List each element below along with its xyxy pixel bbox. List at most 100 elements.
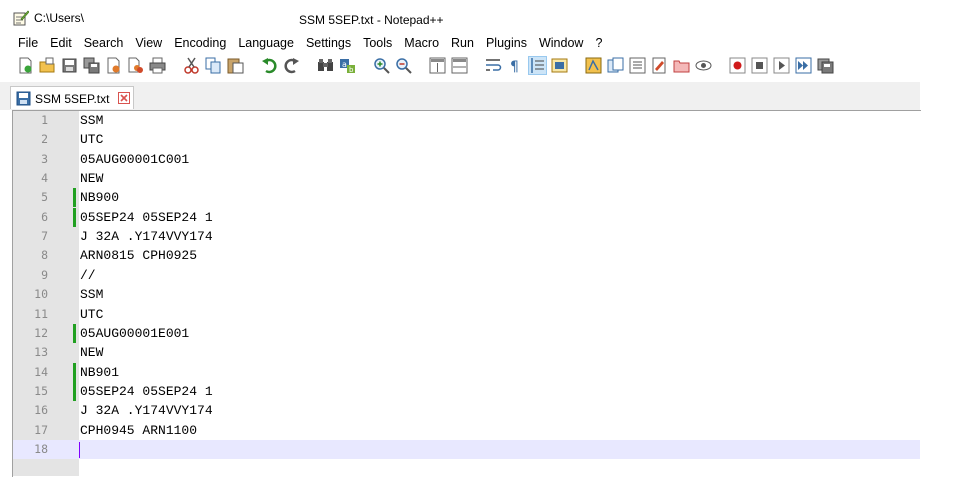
line-text: SSM — [80, 287, 104, 303]
line-text: CPH0945 ARN1100 — [80, 422, 198, 438]
menu-encoding[interactable]: Encoding — [174, 36, 226, 52]
line-number: 3 — [41, 151, 48, 166]
svg-text:b: b — [349, 66, 354, 74]
line-number: 17 — [34, 422, 48, 437]
toolbar: ab ¶ — [15, 55, 920, 77]
line-number: 10 — [34, 287, 48, 302]
word-wrap-icon[interactable] — [485, 57, 502, 74]
stop-record-icon[interactable] — [751, 57, 768, 74]
line-text: NB901 — [80, 364, 120, 380]
zoom-out-icon[interactable] — [395, 57, 412, 74]
line-text: UTC — [80, 132, 104, 148]
line-text: SSM — [80, 113, 104, 128]
paste-icon[interactable] — [227, 57, 244, 74]
folder-as-workspace-icon[interactable] — [629, 57, 646, 74]
play-macro-icon[interactable] — [773, 57, 790, 74]
editor-line[interactable]: 4 NEW — [13, 169, 920, 188]
menu-file[interactable]: File — [18, 36, 38, 52]
editor-line[interactable]: 2 UTC — [13, 130, 920, 149]
line-number: 7 — [41, 229, 48, 244]
editor-line[interactable]: 16 J 32A .Y174VVY174 — [13, 401, 920, 420]
change-history-marker — [73, 381, 76, 401]
editor-line[interactable]: 10 SSM — [13, 285, 920, 304]
line-number: 8 — [41, 248, 48, 263]
menu-plugins[interactable]: Plugins — [486, 36, 527, 52]
menu-edit[interactable]: Edit — [50, 36, 72, 52]
line-text: J 32A .Y174VVY174 — [80, 403, 213, 419]
line-number: 15 — [34, 383, 48, 398]
print-icon[interactable] — [149, 57, 166, 74]
cut-icon[interactable] — [183, 57, 200, 74]
editor-line[interactable]: 15 05SEP24 05SEP24 1 — [13, 381, 920, 401]
editor-line[interactable]: 7 J 32A .Y174VVY174 — [13, 227, 920, 246]
tab-label: SSM 5SEP.txt — [35, 92, 110, 106]
close-icon[interactable] — [105, 57, 122, 74]
monitoring-icon[interactable] — [673, 57, 690, 74]
record-macro-icon[interactable] — [729, 57, 746, 74]
redo-icon[interactable] — [283, 57, 300, 74]
editor-line[interactable]: 12 05AUG00001E001 — [13, 323, 920, 343]
menu-help[interactable]: ? — [595, 36, 602, 52]
run-macro-multiple-icon[interactable] — [795, 57, 812, 74]
editor-line[interactable]: 9 // — [13, 266, 920, 285]
editor-line[interactable]: 5 NB900 — [13, 188, 920, 208]
save-macro-icon[interactable] — [817, 57, 834, 74]
zoom-in-icon[interactable] — [373, 57, 390, 74]
indent-guide-icon[interactable] — [528, 56, 547, 75]
copy-icon[interactable] — [205, 57, 222, 74]
menu-bar: File Edit Search View Encoding Language … — [18, 36, 614, 52]
window-title-path: C:\Users\ — [34, 11, 85, 25]
menu-view[interactable]: View — [135, 36, 162, 52]
udl-icon[interactable] — [551, 57, 568, 74]
show-all-chars-icon[interactable]: ¶ — [507, 57, 524, 74]
svg-text:a: a — [342, 60, 347, 69]
editor-line[interactable]: 1 SSM — [13, 111, 920, 130]
line-number: 2 — [41, 132, 48, 147]
replace-icon[interactable]: ab — [339, 57, 356, 74]
close-all-icon[interactable] — [127, 57, 144, 74]
tab-ssm-5sep[interactable]: SSM 5SEP.txt — [10, 86, 134, 109]
editor-line[interactable]: 13 NEW — [13, 343, 920, 362]
editor-line[interactable]: 3 05AUG00001C001 — [13, 150, 920, 169]
eye-icon[interactable] — [695, 57, 712, 74]
editor-line[interactable]: 11 UTC — [13, 305, 920, 324]
line-text: ARN0815 CPH0925 — [80, 248, 198, 264]
sync-horizontal-icon[interactable] — [451, 57, 468, 74]
title-bar: C:\Users\ SSM 5SEP.txt - Notepad++ — [0, 0, 975, 34]
doc-map-icon[interactable] — [585, 57, 602, 74]
sync-vertical-icon[interactable] — [429, 57, 446, 74]
save-all-icon[interactable] — [83, 57, 100, 74]
line-text: NEW — [80, 171, 104, 187]
menu-tools[interactable]: Tools — [363, 36, 392, 52]
window-title: SSM 5SEP.txt - Notepad++ — [299, 13, 444, 27]
function-list-icon[interactable] — [607, 57, 624, 74]
editor-line[interactable]: 6 05SEP24 05SEP24 1 — [13, 207, 920, 227]
undo-icon[interactable] — [261, 57, 278, 74]
menu-settings[interactable]: Settings — [306, 36, 351, 52]
line-text: 05AUG00001C001 — [80, 151, 190, 167]
menu-macro[interactable]: Macro — [404, 36, 439, 52]
line-text: 05AUG00001E001 — [80, 325, 190, 341]
change-history-marker — [73, 188, 76, 208]
saved-file-icon — [16, 91, 31, 106]
menu-window[interactable]: Window — [539, 36, 583, 52]
menu-language[interactable]: Language — [238, 36, 294, 52]
doc-list-icon[interactable] — [651, 57, 668, 74]
new-file-icon[interactable] — [17, 57, 34, 74]
editor-line[interactable]: 8 ARN0815 CPH0925 — [13, 246, 920, 265]
editor-line[interactable]: 18 — [13, 439, 920, 459]
open-file-icon[interactable] — [39, 57, 56, 74]
change-history-marker — [73, 207, 76, 227]
editor-line[interactable]: 17 CPH0945 ARN1100 — [13, 421, 920, 440]
line-number: 14 — [34, 364, 48, 379]
editor-line[interactable]: 14 NB901 — [13, 362, 920, 382]
line-text: NEW — [80, 345, 104, 361]
close-icon[interactable] — [118, 92, 130, 104]
find-icon[interactable] — [317, 57, 334, 74]
line-number: 1 — [41, 113, 48, 127]
line-text: 05SEP24 05SEP24 1 — [80, 383, 213, 399]
menu-search[interactable]: Search — [84, 36, 124, 52]
menu-run[interactable]: Run — [451, 36, 474, 52]
save-icon[interactable] — [61, 57, 78, 74]
line-text: UTC — [80, 306, 104, 322]
